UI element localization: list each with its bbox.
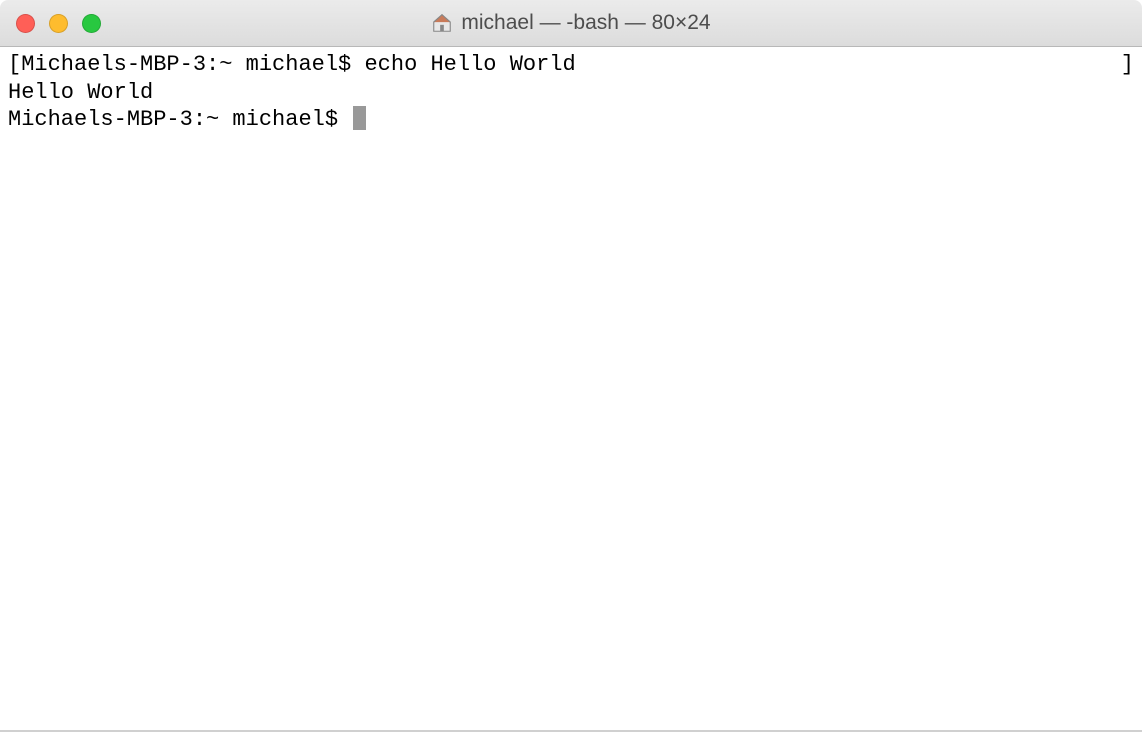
title-center: michael — -bash — 80×24 bbox=[0, 11, 1142, 35]
close-button[interactable] bbox=[16, 14, 35, 33]
terminal-line: [Michaels-MBP-3:~ michael$ echo Hello Wo… bbox=[8, 51, 1134, 79]
line-prefix-bracket: [ bbox=[8, 52, 21, 77]
command-text: echo Hello World bbox=[364, 52, 575, 77]
traffic-lights bbox=[0, 14, 101, 33]
window-title: michael — -bash — 80×24 bbox=[461, 11, 710, 35]
minimize-button[interactable] bbox=[49, 14, 68, 33]
home-icon bbox=[431, 12, 453, 34]
title-bar[interactable]: michael — -bash — 80×24 bbox=[0, 0, 1142, 47]
maximize-button[interactable] bbox=[82, 14, 101, 33]
prompt-text: Michaels-MBP-3:~ michael$ bbox=[8, 106, 351, 134]
terminal-window: michael — -bash — 80×24 [Michaels-MBP-3:… bbox=[0, 0, 1142, 732]
line-suffix-bracket: ] bbox=[1121, 51, 1134, 79]
terminal-line: Hello World bbox=[8, 79, 1134, 107]
terminal-body[interactable]: [Michaels-MBP-3:~ michael$ echo Hello Wo… bbox=[0, 47, 1142, 732]
terminal-line: Michaels-MBP-3:~ michael$ bbox=[8, 106, 1134, 134]
output-text: Hello World bbox=[8, 79, 153, 107]
cursor-icon bbox=[353, 106, 366, 130]
prompt-text: Michaels-MBP-3:~ michael$ bbox=[21, 52, 364, 77]
